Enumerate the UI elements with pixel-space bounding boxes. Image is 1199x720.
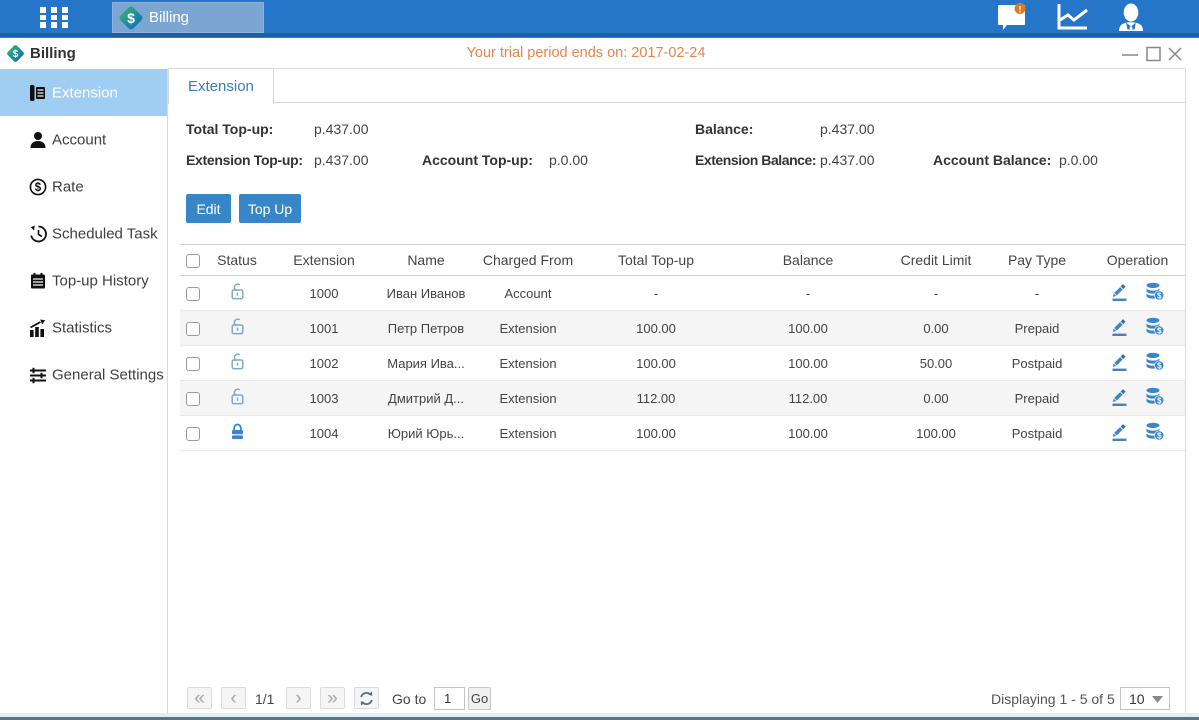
svg-text:$: $ <box>35 182 42 194</box>
svg-text:$: $ <box>1157 431 1162 440</box>
svg-text:$: $ <box>1157 361 1162 370</box>
svg-text:!: ! <box>1019 5 1022 15</box>
svg-text:$: $ <box>1157 291 1162 300</box>
svg-text:$: $ <box>1157 396 1162 405</box>
svg-text:$: $ <box>127 10 135 26</box>
svg-text:$: $ <box>1157 326 1162 335</box>
